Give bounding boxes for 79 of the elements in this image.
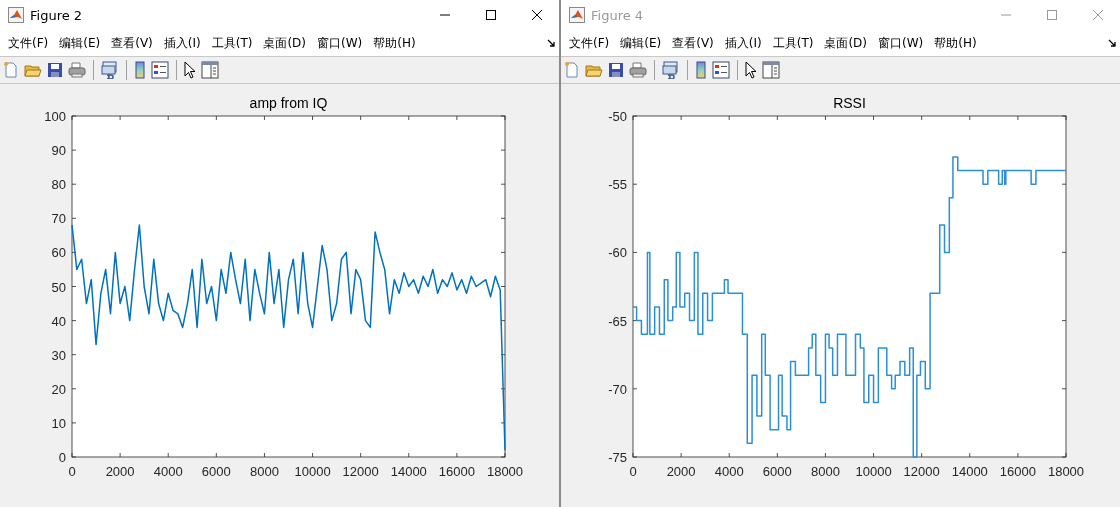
linked-windows-icon[interactable] bbox=[101, 61, 119, 79]
y-tick-label: 60 bbox=[51, 245, 66, 261]
menu-item[interactable]: 窗口(W) bbox=[878, 34, 924, 52]
menu-item[interactable]: 编辑(E) bbox=[59, 34, 101, 52]
menu-item[interactable]: 文件(F) bbox=[8, 34, 49, 52]
y-tick-label: 30 bbox=[51, 347, 66, 363]
menu-item[interactable]: 帮助(H) bbox=[373, 34, 416, 52]
x-tick-label: 6000 bbox=[201, 464, 231, 479]
menu-item[interactable]: 编辑(E) bbox=[620, 34, 662, 52]
x-tick-label: 8000 bbox=[250, 464, 279, 479]
menu-item[interactable]: 插入(I) bbox=[724, 34, 762, 52]
property-panel-icon[interactable] bbox=[762, 61, 780, 79]
x-tick-label: 14000 bbox=[390, 464, 427, 479]
save-icon[interactable] bbox=[47, 62, 63, 78]
maximize-icon[interactable] bbox=[485, 9, 497, 21]
y-tick-label: -65 bbox=[608, 313, 627, 329]
menu-item[interactable]: 查看(V) bbox=[111, 34, 153, 52]
window-title: Figure 4 bbox=[591, 7, 644, 23]
plot-title: RSSI bbox=[833, 95, 866, 111]
x-tick-label: 12000 bbox=[903, 464, 940, 479]
y-tick-label: 40 bbox=[51, 313, 66, 329]
x-tick-label: 18000 bbox=[1047, 464, 1085, 479]
open-folder-icon[interactable] bbox=[585, 62, 603, 78]
y-tick-label: 90 bbox=[51, 143, 66, 159]
menu-item[interactable]: 桌面(D) bbox=[263, 34, 306, 52]
x-tick-label: 2000 bbox=[105, 464, 135, 479]
x-tick-label: 0 bbox=[68, 464, 76, 479]
colorbar-icon[interactable] bbox=[134, 61, 146, 79]
menu-item[interactable]: 文件(F) bbox=[569, 34, 610, 52]
menu-item[interactable]: 工具(T) bbox=[211, 34, 253, 52]
menu-item[interactable]: 查看(V) bbox=[672, 34, 714, 52]
x-tick-label: 10000 bbox=[855, 464, 892, 479]
menu-item[interactable]: 窗口(W) bbox=[317, 34, 363, 52]
close-icon[interactable] bbox=[531, 9, 543, 21]
x-tick-label: 12000 bbox=[342, 464, 379, 479]
colorbar-icon[interactable] bbox=[695, 61, 707, 79]
x-tick-label: 2000 bbox=[666, 464, 696, 479]
y-tick-label: -70 bbox=[608, 381, 627, 397]
x-tick-label: 4000 bbox=[153, 464, 183, 479]
menu-item[interactable]: 桌面(D) bbox=[824, 34, 867, 52]
y-tick-label: -55 bbox=[608, 177, 627, 193]
legend-icon[interactable] bbox=[151, 61, 169, 79]
matlab-logo-icon bbox=[569, 7, 585, 23]
x-tick-label: 8000 bbox=[811, 464, 840, 479]
menu-item[interactable]: 帮助(H) bbox=[934, 34, 977, 52]
dock-arrow-icon[interactable] bbox=[1108, 39, 1116, 47]
x-tick-label: 16000 bbox=[438, 464, 475, 479]
x-tick-label: 4000 bbox=[714, 464, 744, 479]
dock-arrow-icon[interactable] bbox=[547, 39, 555, 47]
matlab-logo-icon bbox=[8, 7, 24, 23]
y-tick-label: 70 bbox=[51, 211, 66, 227]
y-tick-label: -75 bbox=[608, 450, 627, 465]
x-tick-label: 6000 bbox=[762, 464, 792, 479]
linked-windows-icon[interactable] bbox=[662, 61, 680, 79]
y-tick-label: 50 bbox=[51, 279, 66, 295]
x-tick-label: 10000 bbox=[294, 464, 331, 479]
plot-title: amp from IQ bbox=[249, 95, 328, 111]
x-tick-label: 18000 bbox=[486, 464, 524, 479]
save-icon[interactable] bbox=[608, 62, 624, 78]
y-tick-label: 100 bbox=[44, 109, 66, 124]
y-tick-label: 10 bbox=[51, 415, 66, 431]
print-icon[interactable] bbox=[629, 62, 647, 78]
pointer-icon[interactable] bbox=[745, 61, 757, 79]
open-folder-icon[interactable] bbox=[24, 62, 42, 78]
x-tick-label: 0 bbox=[629, 464, 637, 479]
x-tick-label: 14000 bbox=[951, 464, 988, 479]
y-tick-label: 0 bbox=[58, 450, 66, 465]
window-title: Figure 2 bbox=[30, 7, 83, 23]
x-tick-label: 16000 bbox=[999, 464, 1036, 479]
y-tick-label: -50 bbox=[608, 109, 627, 124]
y-tick-label: 20 bbox=[51, 381, 66, 397]
y-tick-label: -60 bbox=[608, 245, 627, 261]
pointer-icon[interactable] bbox=[184, 61, 196, 79]
y-tick-label: 80 bbox=[51, 177, 66, 193]
property-panel-icon[interactable] bbox=[201, 61, 219, 79]
print-icon[interactable] bbox=[68, 62, 86, 78]
menu-item[interactable]: 工具(T) bbox=[772, 34, 814, 52]
legend-icon[interactable] bbox=[712, 61, 730, 79]
menu-item[interactable]: 插入(I) bbox=[163, 34, 201, 52]
